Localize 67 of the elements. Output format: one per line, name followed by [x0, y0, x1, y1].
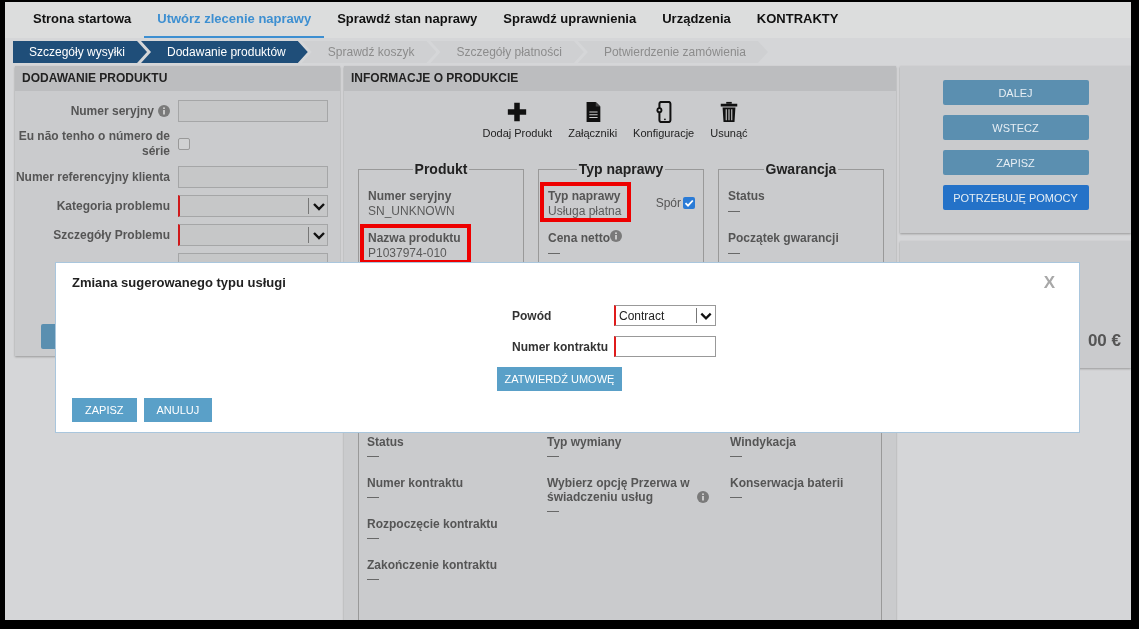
total-amount: 00 €	[1087, 331, 1121, 351]
plus-icon	[506, 101, 529, 123]
progress-step: Dodawanie produktów	[141, 41, 308, 63]
field-label: Rozpoczęcie kontraktu	[367, 517, 498, 531]
chevron-down-icon	[308, 227, 327, 243]
dropdown[interactable]	[178, 195, 328, 217]
field-value: —	[730, 449, 743, 463]
toolbar-button[interactable]: Dodaj Produkt	[482, 101, 553, 139]
field-value: —	[547, 504, 560, 518]
field-value: —	[730, 490, 743, 504]
field-value: —	[547, 449, 560, 463]
field-value: —	[728, 246, 741, 260]
field-label: Status	[367, 435, 404, 449]
field-value: —	[367, 531, 380, 545]
toolbar-button[interactable]: Usunąć	[710, 101, 748, 139]
panel-header: DODAWANIE PRODUKTU	[15, 66, 340, 91]
checkbox[interactable]	[683, 197, 695, 209]
progress-step: Potwierdzenie zamówienia	[577, 41, 768, 63]
section-title: Typ naprawy	[577, 161, 665, 177]
field-value: —	[367, 572, 380, 586]
nav-tab[interactable]: Urządzenia	[649, 2, 744, 38]
input-field[interactable]	[614, 336, 716, 357]
chevron-down-icon	[308, 198, 327, 214]
field-label: Zakończenie kontraktu	[367, 558, 498, 572]
nav-tab[interactable]: Sprawdź uprawnienia	[490, 2, 650, 38]
field-label: Status	[728, 189, 765, 203]
field-value: —	[548, 246, 561, 260]
dropdown[interactable]: Contract	[614, 305, 716, 326]
field-label: Numer kontraktu	[367, 476, 464, 490]
checkbox[interactable]	[178, 138, 190, 150]
progress-step: Szczegóły wysyłki	[13, 41, 148, 63]
field-label: Numer kontraktu	[512, 339, 610, 354]
field-label: Numer referencyjny klienta	[15, 170, 170, 184]
toolbar-button[interactable]: Załączniki	[568, 101, 618, 139]
field-value: —	[367, 449, 380, 463]
field-label: Eu não tenho o número de série	[17, 129, 170, 159]
field-label: Numer seryjny	[70, 104, 154, 118]
checkbox-label: Spór	[655, 196, 681, 210]
progress-step: Sprawdź koszyk	[301, 41, 437, 63]
nav-tab[interactable]: Strona startowa	[20, 2, 145, 38]
field-label: Kategoria problemu	[56, 199, 170, 213]
field-label: Wybierz opcję Przerwa w świadczeniu usług	[547, 476, 691, 504]
nav-tab[interactable]: KONTRAKTY	[743, 2, 852, 38]
dialog-title: Zmiana sugerowanego typu usługi	[72, 275, 286, 291]
field-label: Początek gwarancji	[728, 231, 839, 245]
field-label: Szczegóły Problemu	[53, 228, 170, 242]
nav-tab[interactable]: Sprawdź stan naprawy	[324, 2, 491, 38]
section-title: Gwarancja	[764, 161, 838, 177]
help-button[interactable]: POTRZEBUJĘ POMOCY	[942, 185, 1089, 210]
field-label: Typ wymiany	[547, 435, 622, 449]
field-label: Konserwacja baterii	[730, 476, 844, 490]
panel-header: INFORMACJE O PRODUKCIE	[344, 66, 896, 91]
toolbar-button[interactable]: Konfiguracje	[633, 101, 695, 139]
field-label: Cena netto	[548, 231, 610, 245]
field-value: —	[367, 490, 380, 504]
section-title: Produkt	[413, 161, 469, 177]
field-label: Windykacja	[730, 435, 796, 449]
field-label: Nazwa produktu	[368, 231, 461, 245]
field-label: Typ naprawy	[548, 189, 621, 203]
field-label: Numer seryjny	[368, 189, 452, 203]
field-label: Powód	[512, 308, 553, 323]
field-value: P1037974-010	[368, 246, 448, 260]
input-field[interactable]	[178, 166, 328, 188]
field-value: —	[728, 204, 741, 218]
dropdown[interactable]	[178, 224, 328, 246]
input-field[interactable]	[178, 100, 328, 122]
progress-step: Szczegóły płatności	[430, 41, 584, 63]
